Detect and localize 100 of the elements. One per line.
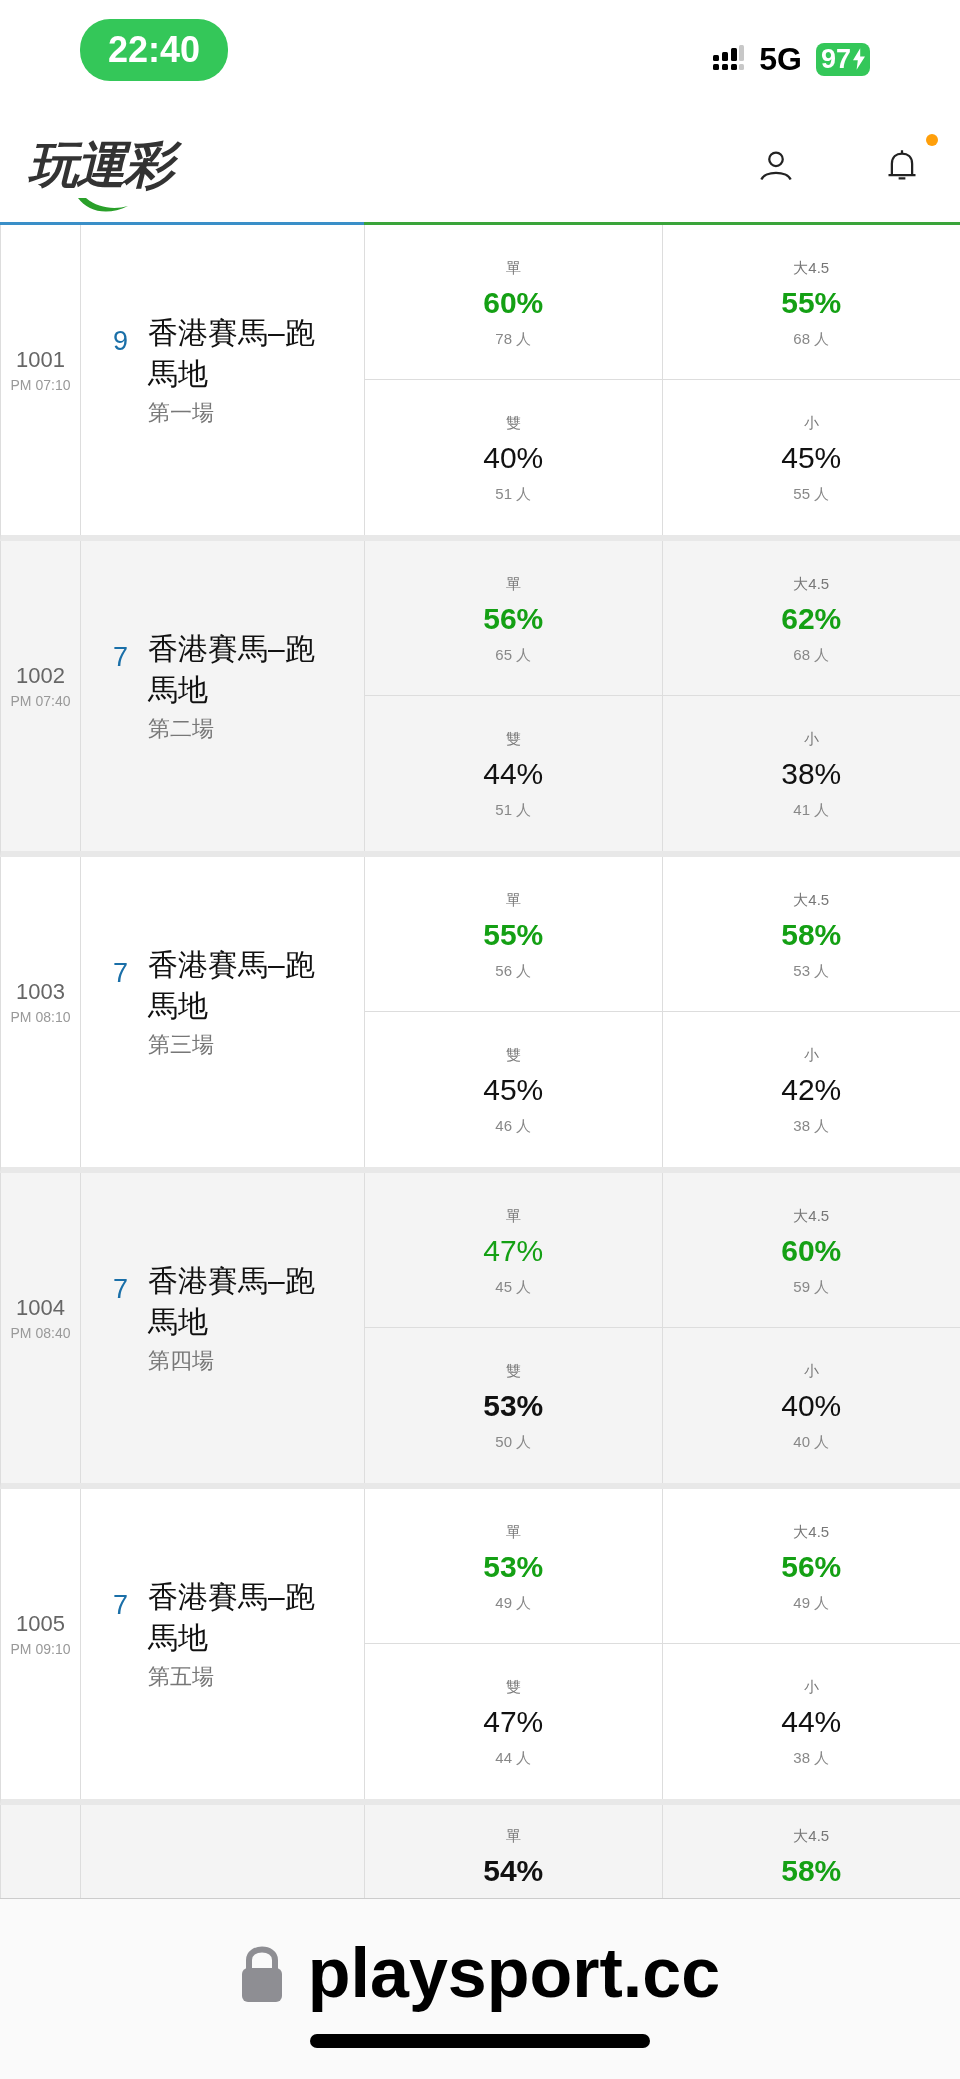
pick-percentage: 45% — [781, 441, 842, 475]
pick-label: 大4.5 — [793, 259, 830, 278]
pick-cell[interactable]: 大4.5 62% 68 人 — [662, 541, 960, 696]
pick-percentage: 42% — [781, 1073, 842, 1107]
pick-cell[interactable]: 大4.5 60% 59 人 — [662, 1173, 960, 1328]
pick-percentage: 55% — [483, 918, 544, 952]
race-number: 7 — [113, 957, 129, 989]
pick-percentage: 44% — [781, 1705, 842, 1739]
pick-percentage: 58% — [781, 1854, 842, 1888]
pick-label: 大4.5 — [793, 1523, 830, 1542]
pick-label: 小 — [803, 1678, 819, 1697]
pick-cell[interactable]: 單 47% 45 人 — [365, 1173, 663, 1328]
pick-cell[interactable]: 小 44% 38 人 — [662, 1644, 960, 1799]
clock: 22:40 — [80, 19, 229, 81]
venue-name: 香港賽馬–跑馬地 — [148, 1262, 316, 1340]
race-number: 7 — [113, 641, 129, 673]
pick-count: 51 人 — [495, 485, 532, 504]
pick-cell[interactable]: 大4.5 58% — [662, 1805, 960, 1899]
logo-text[interactable]: 玩運彩 — [24, 133, 182, 197]
pick-percentage: 47% — [483, 1234, 544, 1268]
pick-percentage: 38% — [781, 757, 842, 791]
pick-percentage: 62% — [781, 602, 842, 636]
pick-label: 單 — [505, 1827, 521, 1846]
pick-label: 雙 — [505, 730, 521, 749]
game-code: 1005 — [16, 1611, 65, 1637]
pick-count: 65 人 — [495, 646, 532, 665]
pick-label: 小 — [803, 414, 819, 433]
pick-percentage: 53% — [483, 1550, 544, 1584]
pick-label: 小 — [803, 1362, 819, 1381]
race-name: 第一場 — [148, 399, 216, 428]
pick-cell[interactable]: 小 40% 40 人 — [662, 1328, 960, 1483]
pick-percentage: 60% — [483, 286, 544, 320]
game-time: PM 07:40 — [10, 693, 71, 709]
pick-label: 大4.5 — [793, 1827, 830, 1846]
pick-cell[interactable]: 雙 40% 51 人 — [365, 380, 663, 535]
pick-cell[interactable]: 單 53% 49 人 — [365, 1489, 663, 1644]
pick-cell[interactable]: 大4.5 55% 68 人 — [662, 225, 960, 380]
pick-count: 55 人 — [793, 485, 830, 504]
pick-count: 45 人 — [495, 1278, 532, 1297]
pick-count: 51 人 — [495, 801, 532, 820]
pick-label: 小 — [803, 730, 819, 749]
pick-count: 78 人 — [495, 330, 532, 349]
pick-count: 38 人 — [793, 1749, 830, 1768]
pick-percentage: 60% — [781, 1234, 842, 1268]
pick-cell[interactable]: 單 60% 78 人 — [365, 225, 663, 380]
url-text[interactable]: playsport.cc — [307, 1935, 721, 2012]
pick-cell[interactable]: 大4.5 56% 49 人 — [662, 1489, 960, 1644]
network-label: 5G — [759, 40, 802, 78]
pick-label: 單 — [505, 259, 521, 278]
venue-name: 香港賽馬–跑馬地 — [148, 946, 316, 1024]
pick-cell[interactable]: 小 45% 55 人 — [662, 380, 960, 535]
pick-count: 50 人 — [495, 1433, 532, 1452]
pick-count: 41 人 — [793, 801, 830, 820]
venue-name: 香港賽馬–跑馬地 — [148, 1578, 316, 1656]
pick-label: 雙 — [505, 414, 521, 433]
pick-count: 68 人 — [793, 646, 830, 665]
pick-percentage: 40% — [483, 441, 544, 475]
game-time: PM 07:10 — [10, 377, 71, 393]
race-name: 第二場 — [148, 715, 216, 744]
battery-level: 97 — [820, 43, 851, 75]
pick-percentage: 54% — [483, 1854, 544, 1888]
pick-cell[interactable]: 雙 53% 50 人 — [365, 1328, 663, 1483]
swoosh-icon — [78, 198, 128, 213]
pick-label: 單 — [505, 891, 521, 910]
pick-percentage: 55% — [781, 286, 842, 320]
pick-cell[interactable]: 雙 44% 51 人 — [365, 696, 663, 851]
pick-label: 單 — [505, 1207, 521, 1226]
pick-cell[interactable]: 單 55% 56 人 — [365, 857, 663, 1012]
race-name: 第三場 — [148, 1031, 216, 1060]
pick-count: 59 人 — [793, 1278, 830, 1297]
pick-percentage: 44% — [483, 757, 544, 791]
pick-percentage: 47% — [483, 1705, 544, 1739]
pick-count: 68 人 — [793, 330, 830, 349]
game-code: 1002 — [16, 663, 65, 689]
game-time: PM 09:10 — [10, 1641, 71, 1657]
pick-percentage: 40% — [781, 1389, 842, 1423]
pick-label: 雙 — [505, 1046, 521, 1065]
pick-label: 大4.5 — [793, 1207, 830, 1226]
pick-count: 49 人 — [793, 1594, 830, 1613]
race-number: 7 — [113, 1589, 129, 1621]
pick-cell[interactable]: 小 42% 38 人 — [662, 1012, 960, 1167]
pick-count: 46 人 — [495, 1117, 532, 1136]
pick-cell[interactable]: 單 56% 65 人 — [365, 541, 663, 696]
pick-cell[interactable]: 大4.5 58% 53 人 — [662, 857, 960, 1012]
pick-label: 單 — [505, 1523, 521, 1542]
pick-percentage: 56% — [483, 602, 544, 636]
pick-label: 單 — [505, 575, 521, 594]
game-time: PM 08:10 — [10, 1009, 71, 1025]
pick-cell[interactable]: 雙 45% 46 人 — [365, 1012, 663, 1167]
pick-percentage: 53% — [483, 1389, 544, 1423]
pick-label: 雙 — [505, 1362, 521, 1381]
race-name: 第五場 — [148, 1663, 216, 1692]
pick-label: 大4.5 — [793, 891, 830, 910]
signal-icon — [713, 45, 746, 73]
pick-cell[interactable]: 小 38% 41 人 — [662, 696, 960, 851]
game-time: PM 08:40 — [10, 1325, 71, 1341]
pick-cell[interactable]: 雙 47% 44 人 — [365, 1644, 663, 1799]
pick-count: 44 人 — [495, 1749, 532, 1768]
pick-count: 38 人 — [793, 1117, 830, 1136]
pick-label: 小 — [803, 1046, 819, 1065]
